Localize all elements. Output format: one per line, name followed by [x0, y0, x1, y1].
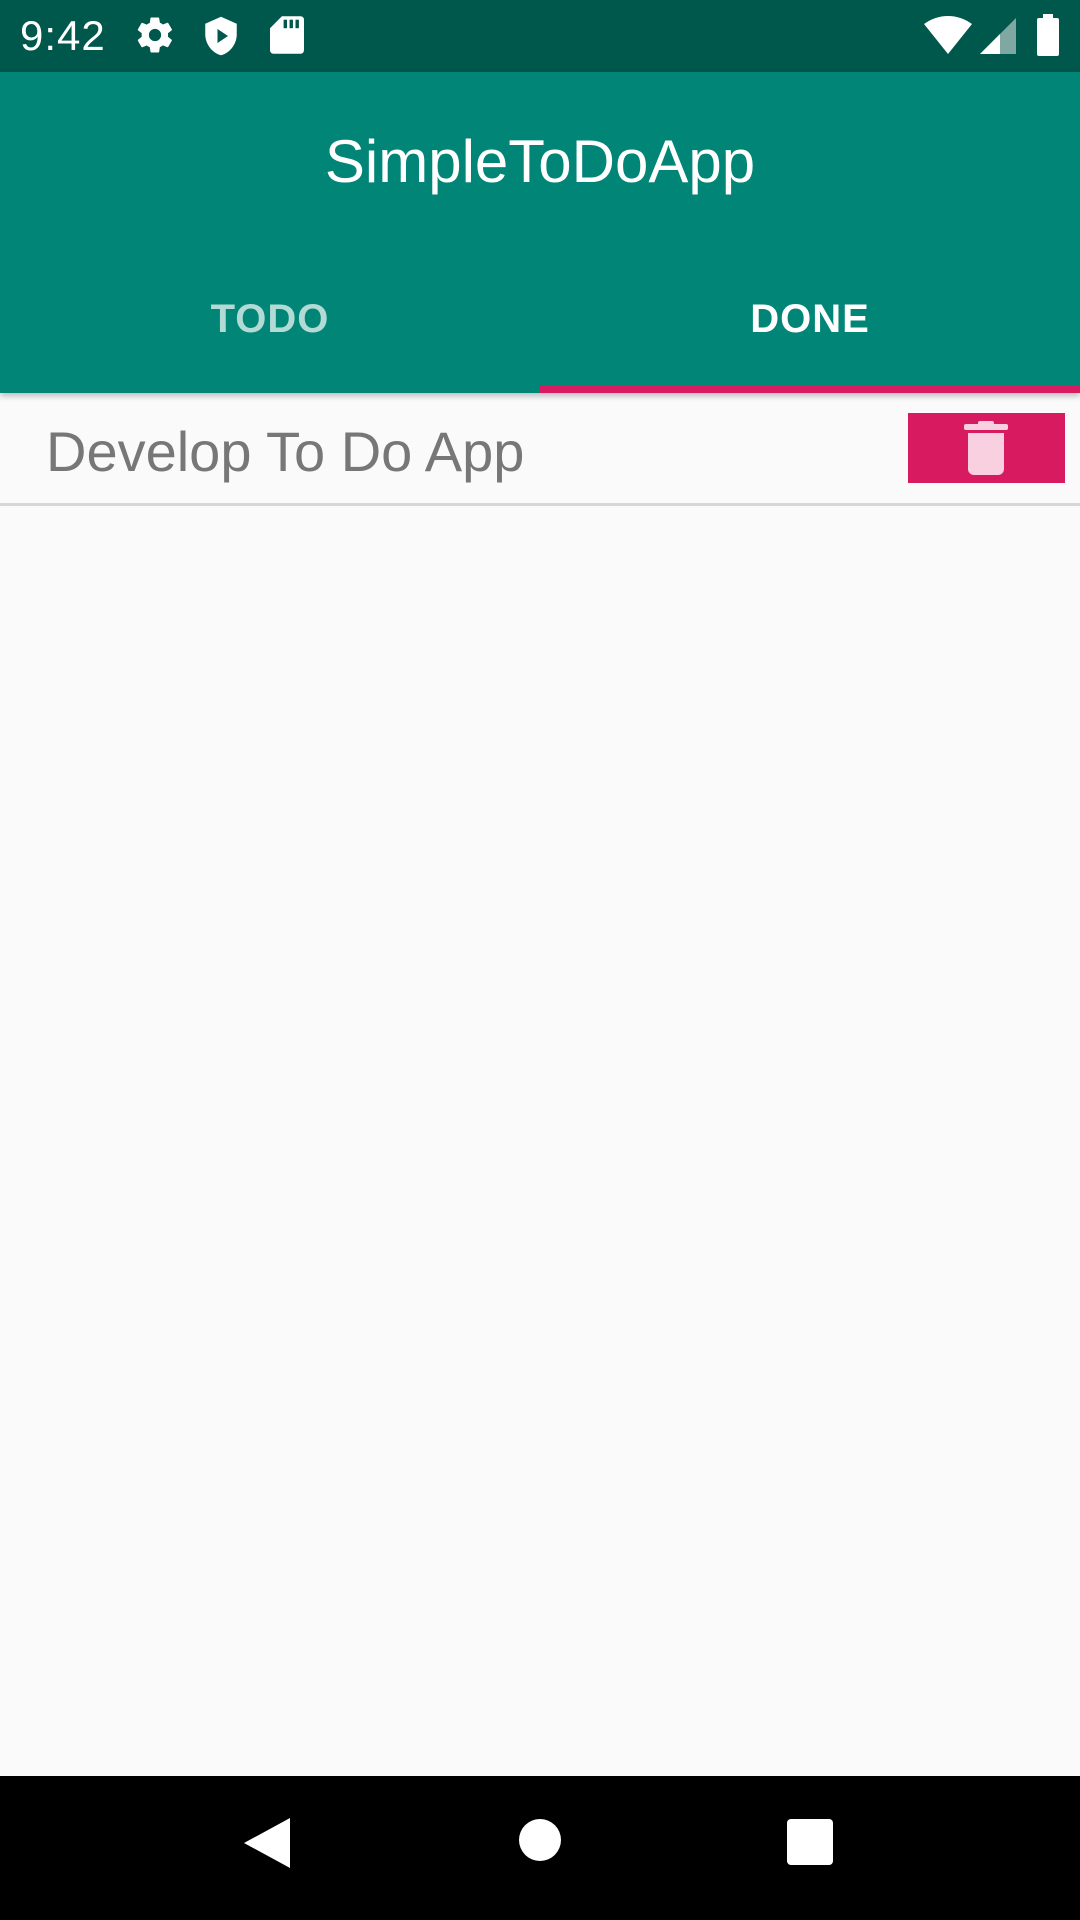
status-bar: 9:42 [0, 0, 1080, 72]
sd-card-icon [270, 14, 304, 61]
delete-button[interactable] [908, 413, 1065, 483]
tab-done[interactable]: DONE [540, 297, 1080, 342]
cell-signal-icon [980, 18, 1016, 59]
back-icon[interactable] [244, 1818, 290, 1873]
gear-icon [134, 14, 176, 61]
app-bar: SimpleToDoApp TODO DONE [0, 72, 1080, 393]
tab-todo[interactable]: TODO [0, 297, 540, 342]
list-item[interactable]: Develop To Do App [0, 393, 1080, 506]
status-time: 9:42 [20, 12, 106, 59]
selected-tab-indicator [540, 386, 1080, 393]
shield-play-icon [200, 14, 242, 63]
home-icon[interactable] [518, 1818, 562, 1867]
wifi-icon [924, 16, 972, 59]
task-text: Develop To Do App [46, 420, 525, 483]
battery-icon [1036, 14, 1060, 61]
navigation-bar [0, 1776, 1080, 1920]
page-title: SimpleToDoApp [324, 128, 756, 195]
recents-icon[interactable] [787, 1819, 833, 1870]
trash-icon [964, 421, 1008, 478]
